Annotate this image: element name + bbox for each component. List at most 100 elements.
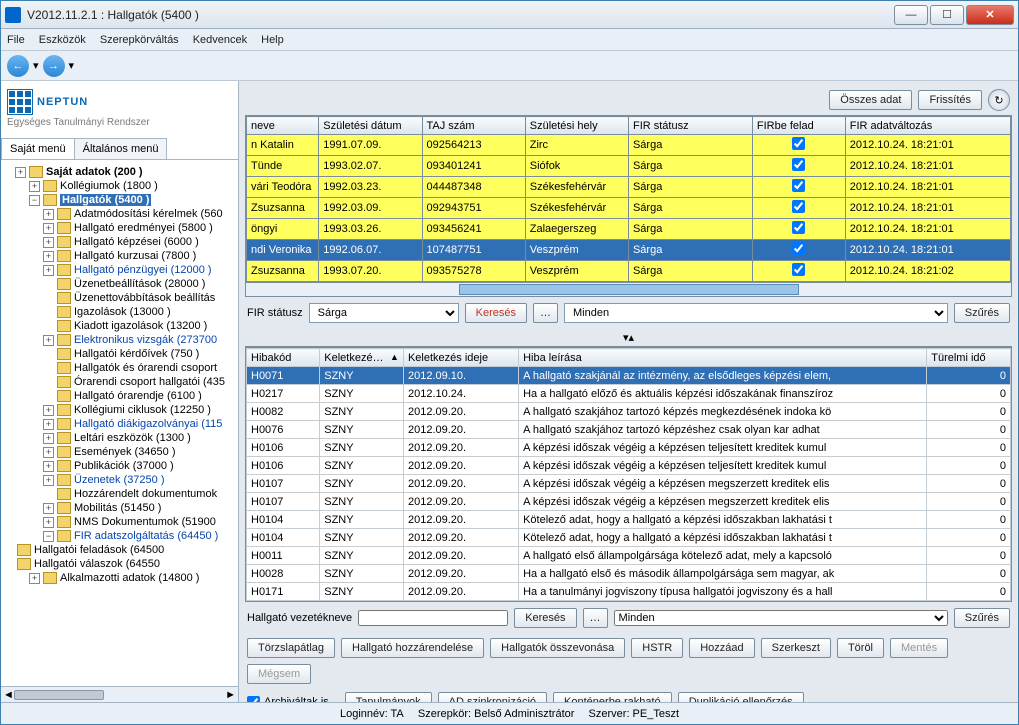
table-row[interactable]: H0107SZNY2012.09.20.A képzési időszak vé…: [247, 493, 1011, 511]
table-row[interactable]: H0104SZNY2012.09.20.Kötelező adat, hogy …: [247, 529, 1011, 547]
osszes-adat-button[interactable]: Összes adat: [829, 90, 912, 110]
table-row[interactable]: H0028SZNY2012.09.20.Ha a hallgató első é…: [247, 565, 1011, 583]
table-row[interactable]: ndi Veronika1992.06.07.107487751Veszprém…: [247, 240, 1011, 261]
nav-tree[interactable]: +Saját adatok (200 )+Kollégiumok (1800 )…: [1, 160, 238, 686]
tree-item[interactable]: Kiadott igazolások (13200 ): [3, 319, 236, 333]
table-row[interactable]: Zsuzsanna1992.03.09.092943751Székesfehér…: [247, 198, 1011, 219]
table-row[interactable]: H0082SZNY2012.09.20.A hallgató szakjához…: [247, 403, 1011, 421]
tree-hscroll[interactable]: ◄►: [1, 686, 238, 702]
torzslapatlag-button[interactable]: Törzslapátlag: [247, 638, 335, 658]
table-row[interactable]: H0217SZNY2012.10.24.Ha a hallgató előző …: [247, 385, 1011, 403]
tree-item[interactable]: Igazolások (13000 ): [3, 305, 236, 319]
more-button-1[interactable]: …: [533, 303, 558, 323]
nav-back-button[interactable]: ←: [7, 55, 29, 77]
fir-responses-grid[interactable]: HibakódKeletkezé…▲Keletkezés idejeHiba l…: [245, 347, 1012, 602]
szures-button-2[interactable]: Szűrés: [954, 608, 1010, 628]
hallgatok-osszevonasa-button[interactable]: Hallgatók összevonása: [490, 638, 625, 658]
table-row[interactable]: H0106SZNY2012.09.20.A képzési időszak vé…: [247, 457, 1011, 475]
tree-item[interactable]: +Mobilitás (51450 ): [3, 501, 236, 515]
table-row[interactable]: n Katalin1991.07.09.092564213ZircSárga20…: [247, 135, 1011, 156]
table-row[interactable]: vári Teodóra1992.03.23.044487348Székesfe…: [247, 177, 1011, 198]
tree-item[interactable]: +NMS Dokumentumok (51900: [3, 515, 236, 529]
nav-forward-button[interactable]: →: [43, 55, 65, 77]
hstr-button[interactable]: HSTR: [631, 638, 683, 658]
table-row[interactable]: H0171SZNY2012.09.20.Ha a tanulmányi jogv…: [247, 583, 1011, 601]
tree-item[interactable]: +Üzenetek (37250 ): [3, 473, 236, 487]
fir-status-select[interactable]: Sárga: [309, 303, 459, 323]
menu-file[interactable]: File: [7, 34, 25, 46]
tree-item[interactable]: +Elektronikus vizsgák (273700: [3, 333, 236, 347]
tree-item[interactable]: Hozzárendelt dokumentumok: [3, 487, 236, 501]
nav-fwd-dd[interactable]: ▾: [69, 59, 75, 72]
col-header[interactable]: Hiba leírása: [519, 349, 927, 367]
ad-szinkron-button[interactable]: AD szinkronizáció: [438, 692, 547, 702]
col-header[interactable]: Születési hely: [525, 117, 628, 135]
col-header[interactable]: Hibakód: [247, 349, 320, 367]
frissites-button[interactable]: Frissítés: [918, 90, 982, 110]
tree-item[interactable]: Üzenetbeállítások (28000 ): [3, 277, 236, 291]
tree-item[interactable]: Hallgatói feladások (64500: [3, 543, 236, 557]
duplikacio-button[interactable]: Duplikáció ellenőrzés: [678, 692, 804, 702]
table-row[interactable]: Tünde1993.02.07.093401241SiófokSárga2012…: [247, 156, 1011, 177]
tree-item[interactable]: Üzenettovábbítások beállítás: [3, 291, 236, 305]
tree-item[interactable]: +Események (34650 ): [3, 445, 236, 459]
close-button[interactable]: ✕: [966, 5, 1014, 25]
col-header[interactable]: neve: [247, 117, 319, 135]
menu-tools[interactable]: Eszközök: [39, 34, 86, 46]
table-row[interactable]: öngyi1993.03.26.093456241ZalaegerszegSár…: [247, 219, 1011, 240]
tree-item[interactable]: Hallgatói kérdőívek (750 ): [3, 347, 236, 361]
tree-item[interactable]: +Alkalmazotti adatok (14800 ): [3, 571, 236, 585]
table-row[interactable]: H0011SZNY2012.09.20.A hallgató első álla…: [247, 547, 1011, 565]
table-row[interactable]: Zsuzsanna1993.07.20.093575278VeszprémSár…: [247, 261, 1011, 282]
kereses-button-1[interactable]: Keresés: [465, 303, 527, 323]
tree-item[interactable]: +Adatmódosítási kérelmek (560: [3, 207, 236, 221]
col-header[interactable]: Keletkezés ideje: [403, 349, 518, 367]
tree-item[interactable]: Hallgató órarendje (6100 ): [3, 389, 236, 403]
kontener-button[interactable]: Konténerbe rakható: [553, 692, 672, 702]
col-header[interactable]: Születési dátum: [319, 117, 422, 135]
table-row[interactable]: H0107SZNY2012.09.20.A képzési időszak vé…: [247, 475, 1011, 493]
splitter-icon[interactable]: ▾▴: [245, 329, 1012, 346]
tab-sajat-menu[interactable]: Saját menü: [1, 138, 75, 159]
tree-item[interactable]: +Saját adatok (200 ): [3, 165, 236, 179]
szures-button-1[interactable]: Szűrés: [954, 303, 1010, 323]
col-header[interactable]: TAJ szám: [422, 117, 525, 135]
tree-item[interactable]: +Publikációk (37000 ): [3, 459, 236, 473]
vezeteknev-input[interactable]: [358, 610, 508, 626]
table-row[interactable]: H0071SZNY2012.09.10.A hallgató szakjánál…: [247, 367, 1011, 385]
minden-select-1[interactable]: Minden: [564, 303, 948, 323]
torol-button[interactable]: Töröl: [837, 638, 884, 658]
tree-item[interactable]: Órarendi csoport hallgatói (435: [3, 375, 236, 389]
minimize-button[interactable]: —: [894, 5, 928, 25]
maximize-button[interactable]: ☐: [930, 5, 964, 25]
tree-item[interactable]: +Kollégiumi ciklusok (12250 ): [3, 403, 236, 417]
col-header[interactable]: FIR adatváltozás: [845, 117, 1010, 135]
col-header[interactable]: FIRbe felad: [752, 117, 845, 135]
col-header[interactable]: Keletkezé…▲: [320, 349, 404, 367]
menu-role[interactable]: Szerepkörváltás: [100, 34, 179, 46]
tree-item[interactable]: +Hallgató pénzügyei (12000 ): [3, 263, 236, 277]
tree-item[interactable]: Hallgatók és órarendi csoport: [3, 361, 236, 375]
table-row[interactable]: H0106SZNY2012.09.20.A képzési időszak vé…: [247, 439, 1011, 457]
menu-favorites[interactable]: Kedvencek: [193, 34, 247, 46]
students-grid[interactable]: neveSzületési dátumTAJ számSzületési hel…: [245, 115, 1012, 283]
tree-item[interactable]: −FIR adatszolgáltatás (64450 ): [3, 529, 236, 543]
tree-item[interactable]: +Hallgató diákigazolványai (115: [3, 417, 236, 431]
szerkeszt-button[interactable]: Szerkeszt: [761, 638, 831, 658]
col-header[interactable]: FIR státusz: [628, 117, 752, 135]
tree-item[interactable]: +Kollégiumok (1800 ): [3, 179, 236, 193]
menu-help[interactable]: Help: [261, 34, 284, 46]
tree-item[interactable]: +Hallgató eredményei (5800 ): [3, 221, 236, 235]
col-header[interactable]: Türelmi idő: [927, 349, 1011, 367]
nav-back-dd[interactable]: ▾: [33, 59, 39, 72]
hozzaad-button[interactable]: Hozzáad: [689, 638, 754, 658]
tree-item[interactable]: +Hallgató kurzusai (7800 ): [3, 249, 236, 263]
tree-item[interactable]: −Hallgatók (5400 ): [3, 193, 236, 207]
tab-altalanos-menu[interactable]: Általános menü: [74, 138, 168, 159]
tree-item[interactable]: +Hallgató képzései (6000 ): [3, 235, 236, 249]
kereses-button-2[interactable]: Keresés: [514, 608, 576, 628]
table-row[interactable]: H0104SZNY2012.09.20.Kötelező adat, hogy …: [247, 511, 1011, 529]
tree-item[interactable]: +Leltári eszközök (1300 ): [3, 431, 236, 445]
grid1-hscroll[interactable]: [245, 283, 1012, 297]
minden-select-2[interactable]: Minden: [614, 610, 948, 626]
